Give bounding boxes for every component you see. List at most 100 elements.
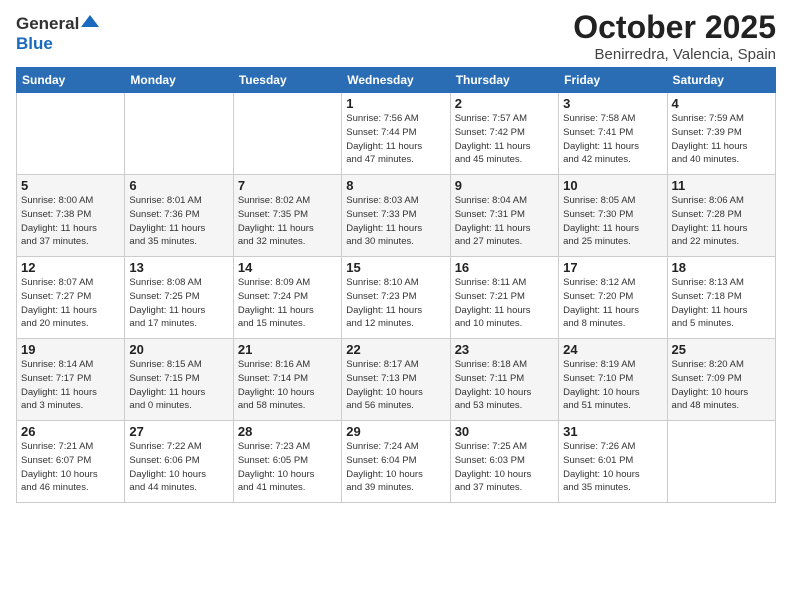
day-info: Sunrise: 7:24 AM Sunset: 6:04 PM Dayligh…	[346, 440, 445, 495]
header-sunday: Sunday	[17, 68, 125, 93]
day-number: 13	[129, 260, 228, 275]
day-info: Sunrise: 7:21 AM Sunset: 6:07 PM Dayligh…	[21, 440, 120, 495]
logo-icon	[81, 15, 99, 31]
calendar-cell	[125, 93, 233, 175]
day-info: Sunrise: 8:16 AM Sunset: 7:14 PM Dayligh…	[238, 358, 337, 413]
calendar-cell: 7Sunrise: 8:02 AM Sunset: 7:35 PM Daylig…	[233, 175, 341, 257]
day-number: 19	[21, 342, 120, 357]
calendar-cell	[233, 93, 341, 175]
day-info: Sunrise: 7:22 AM Sunset: 6:06 PM Dayligh…	[129, 440, 228, 495]
day-number: 5	[21, 178, 120, 193]
calendar-cell: 1Sunrise: 7:56 AM Sunset: 7:44 PM Daylig…	[342, 93, 450, 175]
day-info: Sunrise: 8:05 AM Sunset: 7:30 PM Dayligh…	[563, 194, 662, 249]
day-info: Sunrise: 7:57 AM Sunset: 7:42 PM Dayligh…	[455, 112, 554, 167]
day-number: 22	[346, 342, 445, 357]
header-saturday: Saturday	[667, 68, 775, 93]
day-number: 21	[238, 342, 337, 357]
day-number: 6	[129, 178, 228, 193]
day-number: 10	[563, 178, 662, 193]
day-info: Sunrise: 8:10 AM Sunset: 7:23 PM Dayligh…	[346, 276, 445, 331]
calendar-cell: 2Sunrise: 7:57 AM Sunset: 7:42 PM Daylig…	[450, 93, 558, 175]
day-info: Sunrise: 7:56 AM Sunset: 7:44 PM Dayligh…	[346, 112, 445, 167]
calendar-cell: 23Sunrise: 8:18 AM Sunset: 7:11 PM Dayli…	[450, 339, 558, 421]
day-info: Sunrise: 7:25 AM Sunset: 6:03 PM Dayligh…	[455, 440, 554, 495]
calendar-cell: 15Sunrise: 8:10 AM Sunset: 7:23 PM Dayli…	[342, 257, 450, 339]
day-info: Sunrise: 7:58 AM Sunset: 7:41 PM Dayligh…	[563, 112, 662, 167]
header-tuesday: Tuesday	[233, 68, 341, 93]
calendar-cell: 27Sunrise: 7:22 AM Sunset: 6:06 PM Dayli…	[125, 421, 233, 503]
day-info: Sunrise: 8:04 AM Sunset: 7:31 PM Dayligh…	[455, 194, 554, 249]
day-info: Sunrise: 8:20 AM Sunset: 7:09 PM Dayligh…	[672, 358, 771, 413]
day-info: Sunrise: 8:09 AM Sunset: 7:24 PM Dayligh…	[238, 276, 337, 331]
day-number: 30	[455, 424, 554, 439]
month-title: October 2025	[573, 10, 776, 45]
calendar-cell: 11Sunrise: 8:06 AM Sunset: 7:28 PM Dayli…	[667, 175, 775, 257]
header-friday: Friday	[559, 68, 667, 93]
day-number: 11	[672, 178, 771, 193]
day-number: 4	[672, 96, 771, 111]
location: Benirredra, Valencia, Spain	[573, 46, 776, 63]
header-wednesday: Wednesday	[342, 68, 450, 93]
day-number: 15	[346, 260, 445, 275]
calendar-cell: 20Sunrise: 8:15 AM Sunset: 7:15 PM Dayli…	[125, 339, 233, 421]
calendar-cell: 12Sunrise: 8:07 AM Sunset: 7:27 PM Dayli…	[17, 257, 125, 339]
day-number: 8	[346, 178, 445, 193]
page-container: General Blue October 2025 Benirredra, Va…	[0, 0, 792, 513]
calendar-cell: 18Sunrise: 8:13 AM Sunset: 7:18 PM Dayli…	[667, 257, 775, 339]
calendar-cell: 13Sunrise: 8:08 AM Sunset: 7:25 PM Dayli…	[125, 257, 233, 339]
calendar-cell: 29Sunrise: 7:24 AM Sunset: 6:04 PM Dayli…	[342, 421, 450, 503]
day-info: Sunrise: 8:15 AM Sunset: 7:15 PM Dayligh…	[129, 358, 228, 413]
logo: General Blue	[16, 14, 99, 54]
calendar-week-row: 12Sunrise: 8:07 AM Sunset: 7:27 PM Dayli…	[17, 257, 776, 339]
header: General Blue October 2025 Benirredra, Va…	[16, 10, 776, 63]
day-number: 25	[672, 342, 771, 357]
calendar-cell: 28Sunrise: 7:23 AM Sunset: 6:05 PM Dayli…	[233, 421, 341, 503]
calendar-cell: 10Sunrise: 8:05 AM Sunset: 7:30 PM Dayli…	[559, 175, 667, 257]
day-number: 9	[455, 178, 554, 193]
calendar-cell: 9Sunrise: 8:04 AM Sunset: 7:31 PM Daylig…	[450, 175, 558, 257]
day-number: 16	[455, 260, 554, 275]
day-info: Sunrise: 8:11 AM Sunset: 7:21 PM Dayligh…	[455, 276, 554, 331]
calendar-cell	[667, 421, 775, 503]
header-thursday: Thursday	[450, 68, 558, 93]
calendar-header-row: Sunday Monday Tuesday Wednesday Thursday…	[17, 68, 776, 93]
calendar-week-row: 1Sunrise: 7:56 AM Sunset: 7:44 PM Daylig…	[17, 93, 776, 175]
day-info: Sunrise: 7:26 AM Sunset: 6:01 PM Dayligh…	[563, 440, 662, 495]
logo-blue-text: Blue	[16, 34, 99, 54]
day-info: Sunrise: 8:07 AM Sunset: 7:27 PM Dayligh…	[21, 276, 120, 331]
day-info: Sunrise: 8:18 AM Sunset: 7:11 PM Dayligh…	[455, 358, 554, 413]
day-info: Sunrise: 8:12 AM Sunset: 7:20 PM Dayligh…	[563, 276, 662, 331]
day-info: Sunrise: 8:08 AM Sunset: 7:25 PM Dayligh…	[129, 276, 228, 331]
calendar-cell: 31Sunrise: 7:26 AM Sunset: 6:01 PM Dayli…	[559, 421, 667, 503]
calendar-cell: 17Sunrise: 8:12 AM Sunset: 7:20 PM Dayli…	[559, 257, 667, 339]
calendar-cell: 14Sunrise: 8:09 AM Sunset: 7:24 PM Dayli…	[233, 257, 341, 339]
title-block: October 2025 Benirredra, Valencia, Spain	[573, 10, 776, 63]
day-info: Sunrise: 7:23 AM Sunset: 6:05 PM Dayligh…	[238, 440, 337, 495]
day-info: Sunrise: 8:13 AM Sunset: 7:18 PM Dayligh…	[672, 276, 771, 331]
day-number: 2	[455, 96, 554, 111]
day-info: Sunrise: 8:01 AM Sunset: 7:36 PM Dayligh…	[129, 194, 228, 249]
day-number: 28	[238, 424, 337, 439]
calendar-cell: 21Sunrise: 8:16 AM Sunset: 7:14 PM Dayli…	[233, 339, 341, 421]
calendar-cell: 4Sunrise: 7:59 AM Sunset: 7:39 PM Daylig…	[667, 93, 775, 175]
day-info: Sunrise: 8:02 AM Sunset: 7:35 PM Dayligh…	[238, 194, 337, 249]
day-number: 27	[129, 424, 228, 439]
calendar-week-row: 19Sunrise: 8:14 AM Sunset: 7:17 PM Dayli…	[17, 339, 776, 421]
calendar-cell: 24Sunrise: 8:19 AM Sunset: 7:10 PM Dayli…	[559, 339, 667, 421]
calendar-cell	[17, 93, 125, 175]
calendar-cell: 6Sunrise: 8:01 AM Sunset: 7:36 PM Daylig…	[125, 175, 233, 257]
calendar-table: Sunday Monday Tuesday Wednesday Thursday…	[16, 67, 776, 503]
day-info: Sunrise: 7:59 AM Sunset: 7:39 PM Dayligh…	[672, 112, 771, 167]
logo-general-text: General	[16, 14, 79, 34]
day-number: 31	[563, 424, 662, 439]
day-number: 18	[672, 260, 771, 275]
day-number: 29	[346, 424, 445, 439]
day-number: 12	[21, 260, 120, 275]
calendar-week-row: 5Sunrise: 8:00 AM Sunset: 7:38 PM Daylig…	[17, 175, 776, 257]
day-number: 24	[563, 342, 662, 357]
day-number: 20	[129, 342, 228, 357]
day-number: 23	[455, 342, 554, 357]
calendar-cell: 25Sunrise: 8:20 AM Sunset: 7:09 PM Dayli…	[667, 339, 775, 421]
day-info: Sunrise: 8:06 AM Sunset: 7:28 PM Dayligh…	[672, 194, 771, 249]
calendar-cell: 22Sunrise: 8:17 AM Sunset: 7:13 PM Dayli…	[342, 339, 450, 421]
